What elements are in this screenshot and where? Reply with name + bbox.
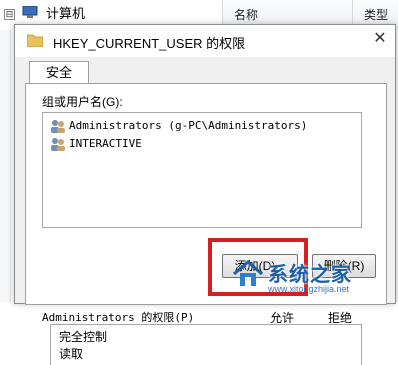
watermark-text: 系统之家 — [268, 264, 352, 286]
tree-collapse-icon[interactable]: ⊟ — [4, 9, 15, 20]
list-item[interactable]: Administrators (g-PC\Administrators) — [49, 117, 307, 135]
column-name[interactable]: 名称 — [234, 6, 258, 23]
folder-icon — [27, 34, 43, 47]
list-item[interactable]: INTERACTIVE — [49, 135, 142, 153]
dialog-title: HKEY_CURRENT_USER 的权限 — [53, 36, 246, 51]
watermark-url: www.xitongzhijia.net — [268, 284, 350, 294]
column-separator — [222, 0, 223, 26]
column-separator — [352, 0, 353, 26]
users-group-icon — [51, 138, 65, 151]
permissions-label: Administrators 的权限(P) — [42, 311, 195, 324]
close-icon[interactable]: ✕ — [371, 30, 389, 48]
background-left-pane — [0, 30, 11, 302]
background-column-header: 名称 类型 — [222, 0, 398, 27]
user-name: INTERACTIVE — [69, 137, 142, 150]
computer-icon — [22, 6, 38, 18]
users-group-icon — [51, 120, 65, 133]
users-list[interactable]: Administrators (g-PC\Administrators) INT… — [42, 112, 362, 228]
permission-full-control: 完全控制 — [59, 330, 108, 344]
user-name: Administrators (g-PC\Administrators) — [69, 119, 308, 132]
dialog-titlebar: HKEY_CURRENT_USER 的权限 ✕ — [15, 25, 395, 57]
tab-security[interactable]: 安全 — [29, 61, 89, 84]
permission-read: 读取 — [59, 347, 84, 361]
watermark: 系统之家 www.xitongzhijia.net — [228, 252, 398, 302]
tree-item-computer[interactable]: 计算机 — [46, 3, 85, 22]
column-type[interactable]: 类型 — [364, 6, 388, 23]
house-logo-icon — [233, 260, 263, 286]
permissions-list: 完全控制 读取 — [50, 324, 362, 365]
group-or-user-label: 组或用户名(G): — [42, 95, 123, 109]
